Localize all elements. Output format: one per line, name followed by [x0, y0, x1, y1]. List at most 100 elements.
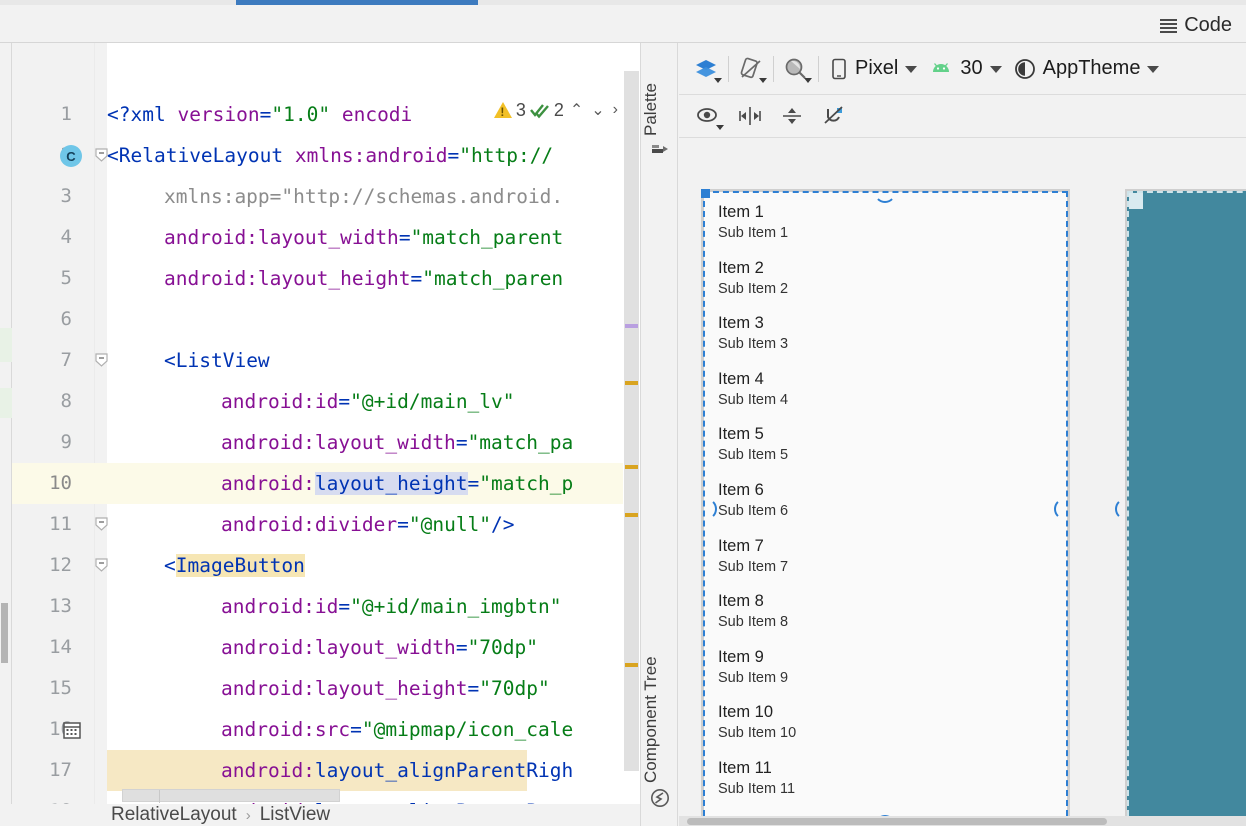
- code-token: "match_parent: [410, 226, 564, 249]
- list-item-title: Item 2: [718, 258, 764, 277]
- design-surface-mode-button[interactable]: [689, 52, 723, 86]
- list-item[interactable]: Item 1 Sub Item 1: [718, 202, 1058, 258]
- line-number: 4: [60, 226, 72, 248]
- sidebar-item-component-tree[interactable]: Component Tree: [641, 603, 679, 783]
- sliver-scrollbar[interactable]: [1, 603, 8, 663]
- list-item[interactable]: Item 5 Sub Item 5: [718, 424, 1058, 480]
- list-item[interactable]: Item 7 Sub Item 7: [718, 536, 1058, 592]
- list-item[interactable]: Item 11 Sub Item 11: [718, 758, 1058, 814]
- code-token: xmlns:app="http://schemas.android.: [164, 185, 564, 208]
- code-token: android:divider: [221, 513, 398, 536]
- listview-preview[interactable]: Item 1 Sub Item 1 Item 2 Sub Item 2 Item 3 Su…: [718, 202, 1058, 826]
- code-line[interactable]: android:layout_width="70dp": [221, 627, 538, 668]
- view-options-button[interactable]: [691, 99, 725, 133]
- prev-problem-button[interactable]: ⌃: [568, 100, 585, 120]
- design-canvas[interactable]: Item 1 Sub Item 1 Item 2 Sub Item 2 Item 3 Su…: [679, 138, 1246, 826]
- constraint-anchor-left[interactable]: [695, 498, 717, 520]
- breadcrumb-item-listview[interactable]: ListView: [260, 804, 330, 826]
- theme-dropdown[interactable]: AppTheme: [1008, 52, 1166, 86]
- code-token: "70dp": [467, 636, 539, 659]
- code-line[interactable]: android:id="@+id/main_lv": [221, 381, 515, 422]
- align-horizontal-button[interactable]: [733, 99, 767, 133]
- align-horizontal-icon: [739, 107, 761, 125]
- canvas-hscroll-thumb[interactable]: [687, 818, 1107, 825]
- error-stripe[interactable]: [623, 43, 640, 788]
- blueprint-handle-top-left[interactable]: [1129, 193, 1143, 209]
- code-token: encodi: [341, 103, 413, 126]
- error-stripe-mark[interactable]: [625, 663, 638, 667]
- list-item[interactable]: Item 2 Sub Item 2: [718, 258, 1058, 314]
- list-item-subtitle: Sub Item 11: [718, 780, 796, 797]
- list-item[interactable]: Item 6 Sub Item 6: [718, 480, 1058, 536]
- warning-count: 3: [515, 99, 526, 120]
- constraint-anchor-right[interactable]: [1054, 498, 1076, 520]
- list-item-title: Item 6: [718, 480, 764, 499]
- fold-toggle[interactable]: [95, 353, 108, 367]
- line-number: 9: [60, 431, 72, 453]
- code-line[interactable]: <RelativeLayout xmlns:android="http://: [107, 135, 553, 176]
- code-line[interactable]: <ListView: [164, 340, 270, 381]
- list-item-title: Item 8: [718, 592, 764, 611]
- left-tool-sliver[interactable]: [0, 43, 12, 804]
- breadcrumb-item-relativelayout[interactable]: RelativeLayout: [111, 804, 237, 826]
- code-line[interactable]: android:layout_width="match_parent: [164, 217, 563, 258]
- list-item[interactable]: Item 9 Sub Item 9: [718, 647, 1058, 703]
- class-marker-icon[interactable]: C: [60, 145, 82, 167]
- code-line[interactable]: android:layout_height="match_paren: [164, 258, 563, 299]
- align-vertical-button[interactable]: [775, 99, 809, 133]
- list-item-title: Item 5: [718, 425, 764, 444]
- warning-triangle-icon: [493, 102, 512, 119]
- code-line[interactable]: android:layout_height="70dp": [221, 668, 550, 709]
- clear-constraints-button[interactable]: [817, 99, 851, 133]
- editor-hscroll-thumb[interactable]: [122, 789, 340, 803]
- design-preview-panel[interactable]: Pixel 30 AppTheme Item 1 Sub Item 1 Item…: [679, 43, 1246, 826]
- api-level-dropdown[interactable]: 30: [923, 52, 1007, 86]
- selection-handle-top-left[interactable]: [701, 189, 710, 198]
- editor-horizontal-scrollbar[interactable]: [122, 789, 722, 803]
- code-line[interactable]: <?xml version="1.0" encodi: [107, 94, 412, 135]
- device-dropdown[interactable]: Pixel: [824, 52, 923, 86]
- list-item[interactable]: Item 3 Sub Item 3: [718, 313, 1058, 369]
- code-line[interactable]: android:layout_height="match_p: [221, 463, 573, 504]
- code-view-toggle[interactable]: Code: [1156, 13, 1236, 37]
- code-token: android:layout_height: [164, 267, 411, 290]
- error-stripe-mark[interactable]: [625, 513, 638, 517]
- breadcrumb[interactable]: RelativeLayout › ListView: [12, 804, 640, 826]
- code-token: android:src: [221, 718, 351, 741]
- code-line[interactable]: android:layout_alignParentRigh: [221, 750, 573, 791]
- blueprint-preview[interactable]: [1127, 191, 1246, 826]
- code-token: "@+id/main_lv": [350, 390, 515, 413]
- error-stripe-mark[interactable]: [625, 324, 638, 328]
- code-line[interactable]: android:src="@mipmap/icon_cale: [221, 709, 573, 750]
- xml-code-editor[interactable]: 1<?xml version="1.0" encodi2<RelativeLay…: [12, 43, 640, 823]
- line-number: 10: [49, 472, 72, 494]
- list-item[interactable]: Item 4 Sub Item 4: [718, 369, 1058, 425]
- canvas-horizontal-scrollbar[interactable]: [679, 816, 1246, 826]
- fold-toggle[interactable]: [95, 517, 108, 531]
- code-line[interactable]: xmlns:app="http://schemas.android.: [164, 176, 563, 217]
- inspection-more-button[interactable]: ›: [611, 101, 620, 119]
- device-preview[interactable]: Item 1 Sub Item 1 Item 2 Sub Item 2 Item 3 Su…: [704, 192, 1067, 826]
- next-problem-button[interactable]: ⌄: [589, 100, 606, 120]
- code-line[interactable]: android:divider="@null"/>: [221, 504, 515, 545]
- list-item[interactable]: Item 8 Sub Item 8: [718, 591, 1058, 647]
- inspection-widget[interactable]: 3 2 ⌃ ⌄ ›: [491, 95, 622, 125]
- calendar-resource-icon[interactable]: [62, 720, 82, 740]
- code-line[interactable]: <ImageButton: [164, 545, 305, 586]
- error-stripe-mark[interactable]: [625, 381, 638, 385]
- zoom-button[interactable]: [779, 52, 813, 86]
- sidebar-item-palette[interactable]: Palette: [641, 56, 679, 136]
- constraint-anchor-top[interactable]: [874, 181, 896, 203]
- code-token: android:: [221, 472, 315, 495]
- code-token: version: [177, 103, 260, 126]
- line-number: 17: [49, 759, 72, 781]
- code-token: ImageButton: [175, 554, 305, 577]
- code-line[interactable]: android:id="@+id/main_imgbtn": [221, 586, 561, 627]
- orientation-button[interactable]: [734, 52, 768, 86]
- fold-toggle[interactable]: [95, 558, 108, 572]
- code-token: android:layout_width: [221, 431, 456, 454]
- list-item[interactable]: Item 10 Sub Item 10: [718, 702, 1058, 758]
- code-token: ListView: [175, 349, 270, 372]
- error-stripe-mark[interactable]: [625, 465, 638, 469]
- code-line[interactable]: android:layout_width="match_pa: [221, 422, 573, 463]
